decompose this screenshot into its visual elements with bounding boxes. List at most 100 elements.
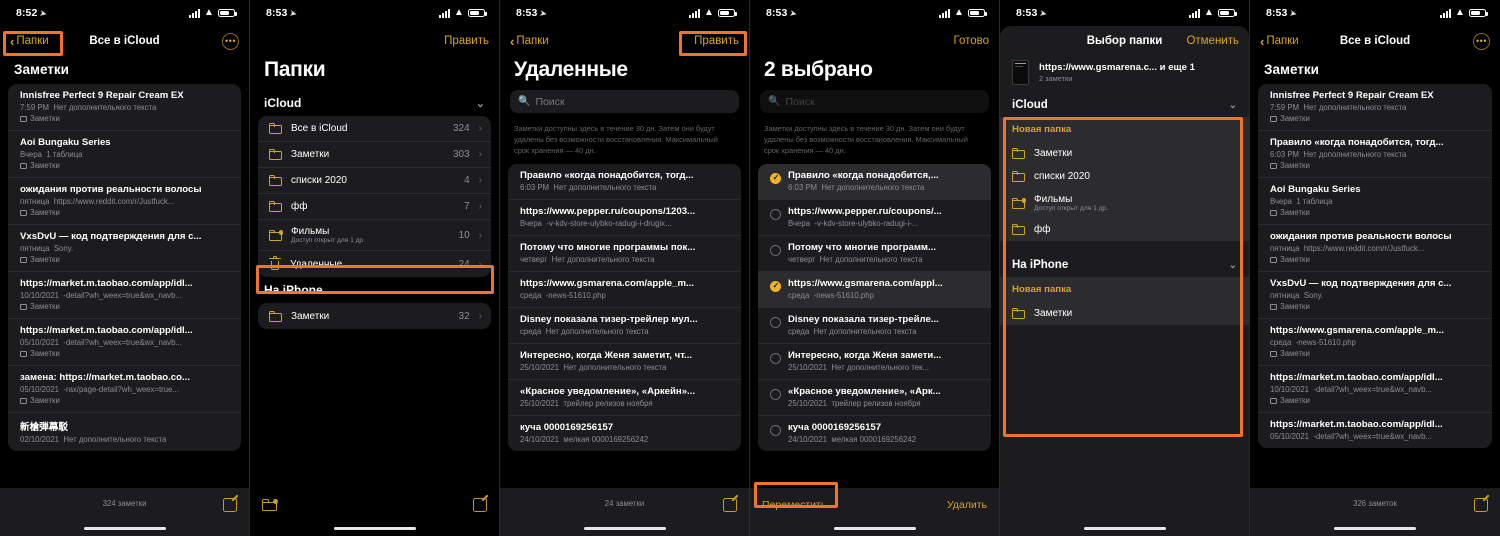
note-preview: -detail?wh_weex=true&wx_navb... [63,338,182,347]
note-list-item[interactable]: https://market.m.taobao.com/app/idl... 05… [1258,413,1492,448]
note-list-item[interactable]: ожидания против реальности волосы пятница… [1258,225,1492,272]
note-list-item[interactable]: Правило «когда понадобится, тогд... 6:03 … [508,164,741,201]
note-list-item[interactable]: куча 0000169256157 24/10/2021 мелкая 0000… [758,416,991,451]
folder-row[interactable]: Заметки 32 › [258,303,491,329]
note-list-item[interactable]: https://market.m.taobao.com/app/idl... 05… [8,319,241,366]
checkbox-unchecked-icon[interactable] [770,317,781,329]
compose-icon[interactable] [1474,498,1488,512]
folder-group-header[interactable]: На iPhone ⌄ [250,277,499,303]
note-list-item[interactable]: https://www.pepper.ru/coupons/1203... Вче… [508,200,741,237]
note-list-item[interactable]: Disney показала тизер-трейлер мул... сред… [508,308,741,345]
note-list-item[interactable]: 新槍弾幕駁 02/10/2021 Нет дополнительного текс… [8,413,241,451]
more-options-icon[interactable]: ••• [1473,32,1490,50]
search-input[interactable]: 🔍 Поиск [760,90,989,113]
note-list-item[interactable]: Aoi Bungaku Series Вчера 1 таблица Заметки [1258,178,1492,225]
note-title: Правило «когда понадобится,... [788,170,939,182]
checkbox-unchecked-icon[interactable] [770,209,781,221]
note-date: 6:03 PM [788,183,818,193]
cancel-button[interactable]: Отменить [1186,35,1239,47]
note-list-item[interactable]: https://market.m.taobao.com/app/idl... 10… [8,272,241,319]
back-to-folders-button[interactable]: ‹ Папки [1260,35,1299,48]
location-arrow-icon: ➤ [1289,7,1299,19]
note-list-item[interactable]: Интересно, когда Женя замети... 25/10/202… [758,344,991,381]
move-button[interactable]: Переместить [762,499,826,511]
checkbox-checked-icon[interactable] [770,281,781,293]
picker-folder-row[interactable]: Заметки [1000,302,1249,325]
picker-group-header[interactable]: iCloud ⌄ [1000,93,1249,117]
picker-group-header[interactable]: На iPhone ⌄ [1000,253,1249,277]
edit-button[interactable]: Править [444,35,489,47]
compose-icon[interactable] [223,498,237,512]
note-meta: пятница Sony. [1270,291,1482,300]
note-meta: 05/10/2021 -rax/page-detail?wh_weex=true… [20,385,231,394]
note-meta: среда -news-51610.php [788,291,981,300]
notes-card: Innisfree Perfect 9 Repair Cream EX 7:59 … [1258,84,1492,448]
note-folder-label: Заметки [1280,208,1310,217]
checkbox-unchecked-icon[interactable] [770,425,781,437]
folder-row[interactable]: Удаленные 24 › [258,251,491,277]
chevron-down-icon[interactable]: ⌄ [476,97,485,110]
done-button[interactable]: Готово [953,35,989,47]
chevron-down-icon[interactable]: ⌄ [1229,260,1237,271]
retention-notice: Заметки доступны здесь в течение 30 дн. … [514,124,718,156]
cellular-signal-icon [939,8,950,18]
new-folder-button[interactable]: Новая папка [1000,277,1249,302]
folder-count: 7 [464,201,470,212]
note-list-item[interactable]: VxsDvU — код подтверждения для с... пятни… [8,225,241,272]
back-to-folders-button[interactable]: ‹ Папки [510,35,549,48]
note-list-item[interactable]: VxsDvU — код подтверждения для с... пятни… [1258,272,1492,319]
note-list-item[interactable]: куча 0000169256157 24/10/2021 мелкая 0000… [508,416,741,451]
note-preview: -detail?wh_weex=true&wx_navb... [63,291,182,300]
search-input[interactable]: 🔍 Поиск [510,90,739,113]
checkbox-unchecked-icon[interactable] [770,245,781,257]
note-list-item[interactable]: Aoi Bungaku Series Вчера 1 таблица Заметки [8,131,241,178]
picker-folder-row[interactable]: Фильмы Доступ открыт для 1 др. [1000,188,1249,218]
folder-row[interactable]: Все в iCloud 324 › [258,116,491,142]
checkbox-unchecked-icon[interactable] [770,353,781,365]
note-folder: Заметки [20,396,231,405]
chevron-down-icon[interactable]: ⌄ [1229,100,1237,111]
note-list-item[interactable]: https://www.gsmarena.com/appl...среда -n… [758,272,991,309]
note-list-item[interactable]: https://www.gsmarena.com/apple_m... среда… [1258,319,1492,366]
note-list-item[interactable]: Интересно, когда Женя заметит, чт... 25/1… [508,344,741,381]
note-list-item[interactable]: Правило «когда понадобится, тогд... 6:03 … [1258,131,1492,178]
note-list-item[interactable]: Disney показала тизер-трейле... среда Нет… [758,308,991,345]
note-list-item[interactable]: Потому что многие программы пок... четвер… [508,236,741,273]
back-to-folders-button[interactable]: ‹ Папки [10,35,49,48]
checkbox-checked-icon[interactable] [770,173,781,185]
folder-row[interactable]: фф 7 › [258,194,491,220]
note-list-item[interactable]: https://www.pepper.ru/coupons/... Вчера -… [758,200,991,237]
note-date: среда [520,291,542,301]
note-list-item[interactable]: замена: https://market.m.taobao.co... 05/… [8,366,241,413]
note-list-item[interactable]: ожидания против реальности волосы пятница… [8,178,241,225]
note-list-item[interactable]: Правило «когда понадобится,...6:03 PM Не… [758,164,991,201]
compose-icon[interactable] [473,498,487,512]
new-folder-icon[interactable] [262,499,278,511]
picker-folder-row[interactable]: фф [1000,218,1249,241]
checkbox-unchecked-icon[interactable] [770,389,781,401]
note-list-item[interactable]: «Красное уведомление», «Арк... 25/10/2021… [758,380,991,417]
folder-row[interactable]: списки 2020 4 › [258,168,491,194]
note-thumbnail [1012,60,1029,85]
note-list-item[interactable]: «Красное уведомление», «Аркейн»... 25/10/… [508,380,741,417]
note-meta: 25/10/2021 трейлер релизов ноября [520,399,731,408]
chevron-down-icon[interactable]: ⌄ [476,284,485,297]
folder-row[interactable]: Фильмы Доступ открыт для 1 др. 10 › [258,220,491,251]
battery-icon [968,8,987,18]
note-list-item[interactable]: Innisfree Perfect 9 Repair Cream EX 7:59 … [8,84,241,131]
more-options-icon[interactable]: ••• [222,32,239,50]
note-date: 02/10/2021 [20,435,60,444]
delete-button[interactable]: Удалить [947,499,987,511]
note-list-item[interactable]: Innisfree Perfect 9 Repair Cream EX 7:59 … [1258,84,1492,131]
new-folder-button[interactable]: Новая папка [1000,117,1249,142]
folder-row[interactable]: Заметки 303 › [258,142,491,168]
note-list-item[interactable]: Потому что многие программ... четверг Нет… [758,236,991,273]
picker-folder-row[interactable]: Заметки [1000,142,1249,165]
note-list-item[interactable]: https://www.gsmarena.com/apple_m... среда… [508,272,741,309]
picker-folder-row[interactable]: списки 2020 [1000,165,1249,188]
folder-group-header[interactable]: iCloud ⌄ [250,90,499,116]
note-list-item[interactable]: https://market.m.taobao.com/app/idl... 10… [1258,366,1492,413]
note-date: четверг [520,255,548,265]
compose-icon[interactable] [723,498,737,512]
edit-button[interactable]: Править [694,35,739,47]
